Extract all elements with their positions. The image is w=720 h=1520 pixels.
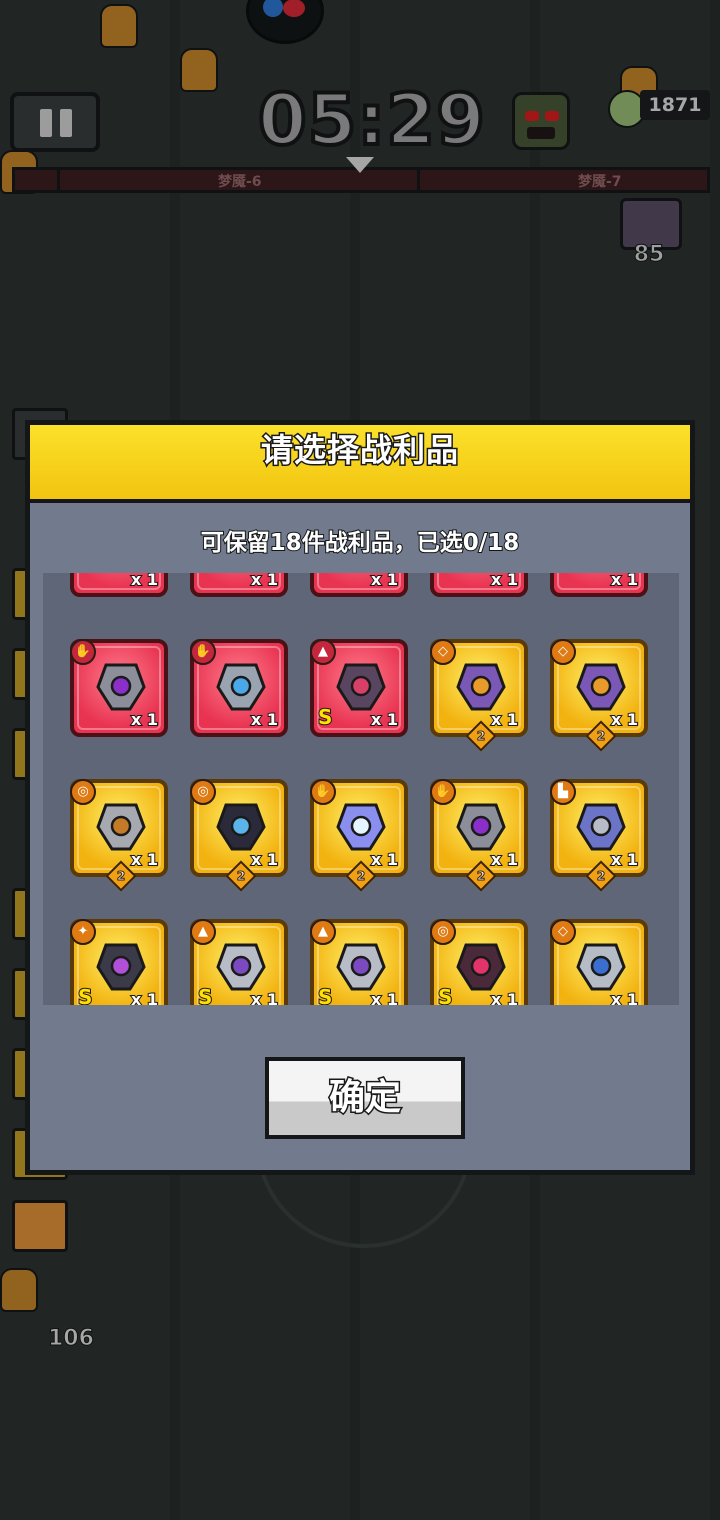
item-quantity: x 1 bbox=[250, 849, 279, 870]
rank-badge: S bbox=[317, 984, 333, 1005]
loot-item-slot[interactable]: ✋ x 1 bbox=[190, 639, 288, 737]
loot-item-slot[interactable]: ◇ x 12 bbox=[430, 639, 528, 752]
item-quantity: x 1 bbox=[490, 849, 519, 870]
item-quantity: x 1 bbox=[130, 573, 159, 590]
dialog-header: 请选择战利品 bbox=[30, 425, 690, 503]
level-value: 2 bbox=[356, 868, 366, 883]
item-quantity: x 1 bbox=[490, 709, 519, 730]
ice-gauntlet-icon bbox=[216, 663, 266, 711]
item-quantity: x 1 bbox=[610, 989, 639, 1005]
lantern-necklace-icon bbox=[456, 663, 506, 711]
loot-item-slot[interactable]: ✋ x 12 bbox=[430, 779, 528, 892]
shield-pendant-icon bbox=[576, 943, 626, 991]
loot-grid-scroll[interactable]: x 1x 1x 1x 1x 1 ✋ x 1 ✋ x 1 ▲ x 1 S ◇ x 1 2 ◇ x 1 2 ◎ x… bbox=[43, 573, 679, 1005]
loot-item-slot[interactable]: ✦ x 1S bbox=[70, 919, 168, 1005]
item-quantity: x 1 bbox=[130, 989, 159, 1005]
item-quantity: x 1 bbox=[370, 849, 399, 870]
loot-item-slot[interactable]: ✋ x 1 bbox=[70, 639, 168, 737]
feather-glove-icon bbox=[336, 803, 386, 851]
selection-counter: 可保留18件战利品，已选0/18 bbox=[200, 529, 520, 557]
rope-belt-icon bbox=[96, 803, 146, 851]
loot-dialog: 请选择战利品 可保留18件战利品，已选0/18 x 1x 1x 1x 1x 1 ✋… bbox=[25, 420, 695, 1175]
loot-item-slot[interactable]: ▲ x 1S bbox=[190, 919, 288, 1005]
lantern-necklace-icon bbox=[576, 663, 626, 711]
item-quantity: x 1 bbox=[490, 573, 519, 590]
crystal-belt-icon bbox=[216, 803, 266, 851]
item-quantity: x 1 bbox=[610, 709, 639, 730]
item-quantity: x 1 bbox=[250, 989, 279, 1005]
spiked-blade-icon bbox=[96, 943, 146, 991]
loot-item-slot[interactable]: ◎ x 1S bbox=[430, 919, 528, 1005]
item-quantity: x 1 bbox=[370, 989, 399, 1005]
item-quantity: x 1 bbox=[610, 573, 639, 590]
confirm-button[interactable]: 确定 bbox=[265, 1057, 465, 1139]
steel-armor-icon bbox=[336, 943, 386, 991]
loot-item-slot[interactable]: ▙ x 12 bbox=[550, 779, 648, 892]
item-quantity: x 1 bbox=[130, 709, 159, 730]
loot-item-slot[interactable]: x 1 bbox=[550, 573, 648, 597]
loot-item-slot[interactable]: x 1 bbox=[190, 573, 288, 597]
item-quantity: x 1 bbox=[130, 849, 159, 870]
dark-armor-icon bbox=[336, 663, 386, 711]
steel-armor-icon bbox=[216, 943, 266, 991]
boots-icon bbox=[576, 803, 626, 851]
level-value: 2 bbox=[236, 868, 246, 883]
rank-badge: S bbox=[437, 984, 453, 1005]
gauntlet-icon bbox=[456, 803, 506, 851]
loot-item-slot[interactable]: x 1 bbox=[70, 573, 168, 597]
level-value: 2 bbox=[596, 728, 606, 743]
item-quantity: x 1 bbox=[370, 573, 399, 590]
loot-item-slot[interactable]: ◇ x 12 bbox=[550, 639, 648, 752]
loot-item-slot[interactable]: x 1 bbox=[310, 573, 408, 597]
item-quantity: x 1 bbox=[610, 849, 639, 870]
item-quantity: x 1 bbox=[250, 709, 279, 730]
rank-badge: S bbox=[197, 984, 213, 1005]
item-quantity: x 1 bbox=[250, 573, 279, 590]
rank-badge: S bbox=[317, 704, 333, 730]
level-value: 2 bbox=[116, 868, 126, 883]
ruby-belt-icon bbox=[456, 943, 506, 991]
loot-item-slot[interactable]: ▲ x 1S bbox=[310, 919, 408, 1005]
loot-item-slot[interactable]: ◎ x 12 bbox=[190, 779, 288, 892]
item-quantity: x 1 bbox=[370, 709, 399, 730]
level-value: 2 bbox=[596, 868, 606, 883]
dialog-title: 请选择战利品 bbox=[259, 430, 459, 471]
loot-item-slot[interactable]: ◇ x 1 bbox=[550, 919, 648, 1005]
rank-badge: S bbox=[77, 984, 93, 1005]
loot-item-slot[interactable]: ✋ x 12 bbox=[310, 779, 408, 892]
loot-item-slot[interactable]: x 1 bbox=[430, 573, 528, 597]
level-value: 2 bbox=[476, 728, 486, 743]
loot-item-slot[interactable]: ◎ x 12 bbox=[70, 779, 168, 892]
item-quantity: x 1 bbox=[490, 989, 519, 1005]
gauntlet-icon bbox=[96, 663, 146, 711]
level-value: 2 bbox=[476, 868, 486, 883]
loot-item-slot[interactable]: ▲ x 1S bbox=[310, 639, 408, 737]
